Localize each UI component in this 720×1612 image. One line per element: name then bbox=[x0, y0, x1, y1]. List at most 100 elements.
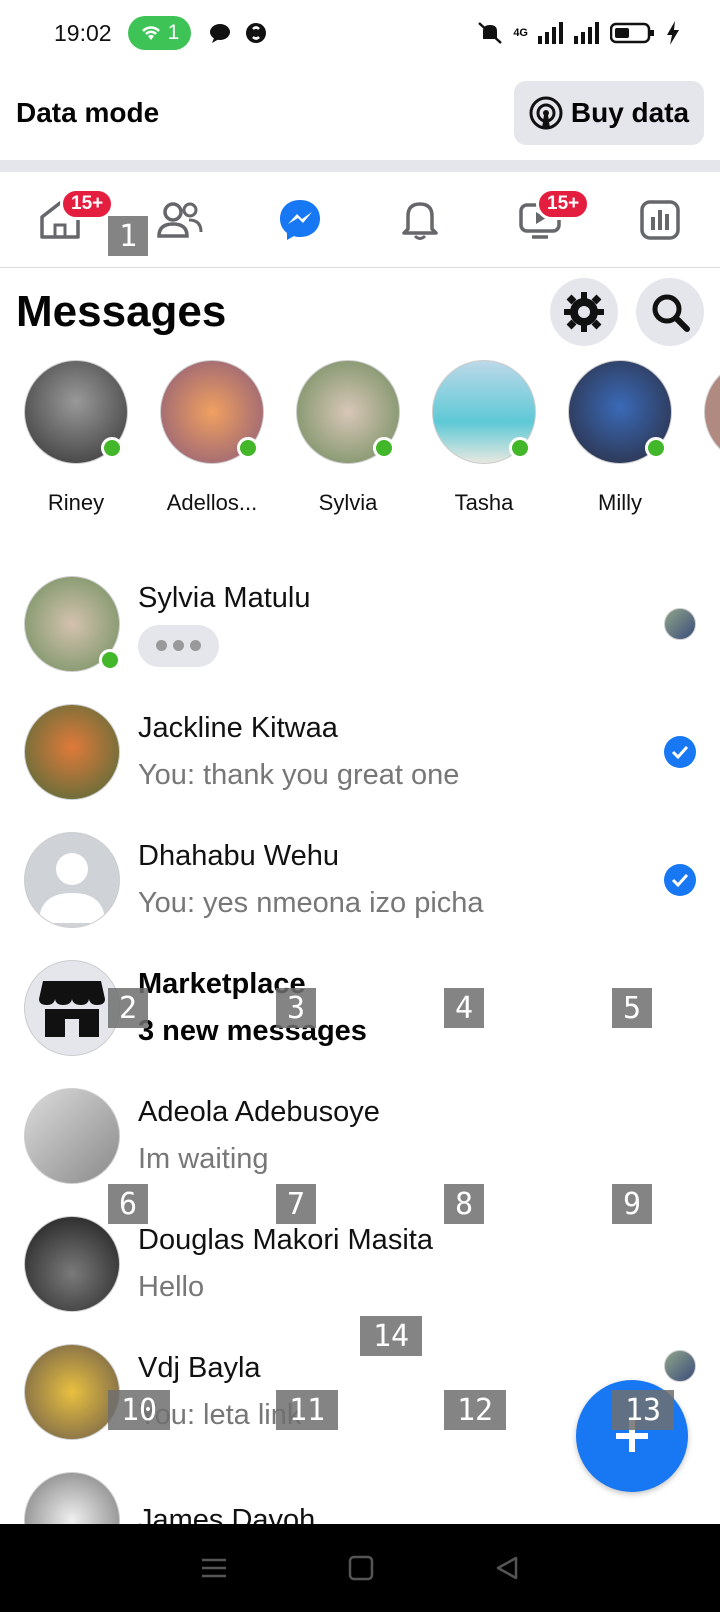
dashboard-icon bbox=[640, 199, 680, 240]
bell-icon bbox=[402, 201, 438, 240]
avatar bbox=[432, 360, 536, 464]
wifi-hotspot-pill: 1 bbox=[127, 16, 192, 50]
active-friend[interactable]: Riney bbox=[24, 360, 128, 530]
battery-icon bbox=[610, 22, 654, 44]
friends-icon bbox=[157, 201, 203, 238]
marker: 8 bbox=[444, 1184, 484, 1224]
marker: 12 bbox=[444, 1390, 506, 1430]
active-friend-name: Tasha bbox=[454, 490, 514, 515]
buy-data-button[interactable]: Buy data bbox=[514, 81, 704, 145]
active-friend[interactable] bbox=[704, 360, 720, 530]
avatar bbox=[24, 360, 128, 464]
home-square-icon[interactable] bbox=[348, 1555, 374, 1581]
messenger-icon bbox=[280, 199, 320, 240]
gear-icon bbox=[564, 292, 604, 332]
avatar bbox=[24, 1088, 120, 1184]
online-indicator bbox=[237, 437, 259, 459]
seen-avatar bbox=[664, 608, 696, 640]
chat-row[interactable]: Adeola Adebusoye Im waiting bbox=[0, 1072, 720, 1200]
active-friend[interactable]: Milly bbox=[568, 360, 672, 530]
online-indicator bbox=[99, 649, 121, 671]
marker: 7 bbox=[276, 1184, 316, 1224]
data-mode-bar: Data mode Buy data bbox=[0, 66, 720, 160]
marker: 3 bbox=[276, 988, 316, 1028]
avatar bbox=[24, 704, 120, 800]
active-friend[interactable]: Adellos... bbox=[160, 360, 264, 530]
settings-button[interactable] bbox=[550, 278, 618, 346]
shazam-icon bbox=[246, 23, 267, 43]
active-friend-name: Riney bbox=[47, 490, 105, 515]
wifi-count: 1 bbox=[167, 21, 180, 44]
chat-name: Adeola Adebusoye bbox=[138, 1096, 380, 1128]
tab-notifications[interactable] bbox=[360, 172, 480, 267]
avatar bbox=[24, 960, 120, 1056]
avatar bbox=[568, 360, 672, 464]
typing-indicator bbox=[138, 624, 219, 667]
active-friend-name: Milly bbox=[598, 490, 642, 515]
avatar bbox=[704, 360, 720, 464]
online-indicator bbox=[373, 437, 395, 459]
messages-header: Messages bbox=[0, 272, 720, 352]
chat-name: Sylvia Matulu bbox=[138, 581, 311, 614]
system-nav-bar bbox=[0, 1524, 720, 1612]
watch-badge: 15+ bbox=[536, 188, 591, 220]
sent-check-icon bbox=[664, 864, 696, 896]
active-friend[interactable]: Sylvia bbox=[296, 360, 400, 530]
chat-row[interactable]: Jackline Kitwaa You: thank you great one bbox=[0, 688, 720, 816]
active-friend[interactable]: Tasha bbox=[432, 360, 536, 530]
chat-preview: Hello bbox=[138, 1271, 205, 1303]
sent-check-icon bbox=[664, 736, 696, 768]
chat-row[interactable]: Dhahabu Wehu You: yes nmeona izo picha bbox=[0, 816, 720, 944]
active-friend-name: Adellos... bbox=[166, 490, 258, 515]
marker: 1 bbox=[108, 216, 148, 256]
chat-name: Jackline Kitwaa bbox=[138, 712, 338, 744]
search-icon bbox=[652, 294, 690, 332]
seen-avatar bbox=[664, 1350, 696, 1382]
charging-icon bbox=[667, 21, 679, 45]
marker: 9 bbox=[612, 1184, 652, 1224]
broadcast-icon bbox=[529, 96, 563, 130]
page-title: Messages bbox=[16, 287, 227, 336]
status-bar: 19:02 1 4G bbox=[0, 0, 720, 66]
active-friends-row: Riney Adellos... Sylvia Tasha Milly bbox=[0, 360, 720, 530]
data-mode-title: Data mode bbox=[16, 97, 160, 128]
avatar bbox=[24, 1344, 120, 1440]
menu-icon[interactable] bbox=[200, 1556, 228, 1580]
chat-preview: You: thank you great one bbox=[138, 759, 460, 791]
avatar bbox=[24, 1216, 120, 1312]
avatar bbox=[24, 832, 120, 928]
chat-preview: Im waiting bbox=[138, 1143, 269, 1175]
tab-home[interactable]: 15+ bbox=[0, 172, 120, 267]
tab-messenger[interactable] bbox=[240, 172, 360, 267]
active-friend-name: Sylvia bbox=[318, 490, 378, 515]
tab-dashboard[interactable] bbox=[600, 172, 720, 267]
signal-icon bbox=[538, 22, 563, 44]
marker: 11 bbox=[276, 1390, 338, 1430]
network-type: 4G bbox=[513, 27, 528, 39]
search-button[interactable] bbox=[636, 278, 704, 346]
chat-name: Vdj Bayla bbox=[138, 1352, 261, 1384]
chat-name: Dhahabu Wehu bbox=[138, 840, 340, 872]
online-indicator bbox=[509, 437, 531, 459]
online-indicator bbox=[645, 437, 667, 459]
back-icon[interactable] bbox=[494, 1555, 520, 1581]
default-avatar-icon bbox=[39, 853, 105, 923]
marker: 13 bbox=[612, 1390, 674, 1430]
divider bbox=[0, 160, 720, 172]
chat-preview: You: yes nmeona izo picha bbox=[138, 887, 484, 919]
mute-icon bbox=[478, 22, 503, 44]
avatar bbox=[296, 360, 400, 464]
marker: 2 bbox=[108, 988, 148, 1028]
marker: 6 bbox=[108, 1184, 148, 1224]
online-indicator bbox=[101, 437, 123, 459]
wifi-icon bbox=[141, 26, 160, 40]
chat-row[interactable]: Sylvia Matulu bbox=[0, 560, 720, 688]
avatar bbox=[160, 360, 264, 464]
avatar bbox=[24, 576, 121, 672]
marker: 5 bbox=[612, 988, 652, 1028]
chat-name: Douglas Makori Masita bbox=[138, 1224, 433, 1256]
signal-icon-2 bbox=[574, 22, 599, 44]
tab-watch[interactable]: 15+ bbox=[480, 172, 600, 267]
marker: 10 bbox=[108, 1390, 170, 1430]
chat-bubble-icon bbox=[210, 24, 231, 43]
